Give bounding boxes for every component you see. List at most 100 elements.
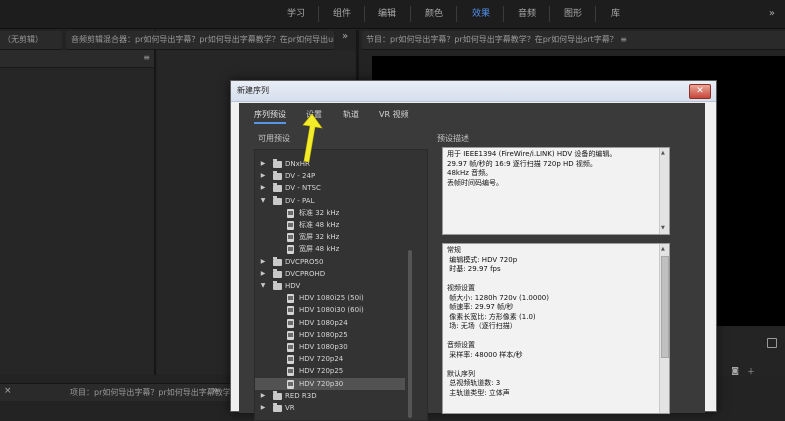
preset-item[interactable]: HDV 720p24 [255,353,405,365]
details-line [447,275,665,285]
panel-more-icon[interactable]: » [342,31,348,42]
preset-folder[interactable]: ▶ VR [255,402,405,414]
preset-folder[interactable]: ▶ DVCPRO50 [255,256,405,268]
preset-label: VR [285,404,295,412]
preset-folder[interactable]: ▶ DV - NTSC [255,182,405,194]
panel-menu-icon[interactable]: ≡ [143,53,150,62]
preset-folder[interactable]: ▶ DV - 24P [255,170,405,182]
preset-label: HDV 720p25 [299,367,344,376]
close-button[interactable]: ✕ [689,84,711,99]
workspace-tab-assembly[interactable]: 组件 [333,0,351,28]
chevron-down-icon[interactable]: ▼ [259,195,267,207]
details-line: 视频设置 [447,284,475,292]
workspace-tab-graphics[interactable]: 图形 [564,0,582,28]
tab-vr-video[interactable]: VR 视频 [379,109,409,120]
chevron-down-icon[interactable]: ▼ [259,280,267,292]
preset-item[interactable]: 宽屏 32 kHz [255,231,405,243]
panel-settings-icon[interactable] [767,338,777,348]
preset-description-label: 预设描述 [437,134,469,143]
preset-file-icon [287,355,294,365]
preset-tree-scrollbar[interactable] [408,250,412,418]
details-line: 帧大小: 1280h 720v (1.0000) [447,293,549,302]
details-line: 采样率: 48000 样本/秒 [447,350,523,359]
details-line [447,360,665,370]
preset-file-icon [287,330,294,340]
preset-label: DVCPROHD [285,269,326,278]
workspace-tab-audio[interactable]: 音频 [518,0,536,28]
chevron-right-icon[interactable]: ▶ [259,182,267,194]
preset-tree: ▶ DNxHR ▶ DV - 24P ▶ DV - NTSC ▼ DV - PAL 标准 32 … [254,149,428,421]
folder-icon [273,183,282,193]
preset-item[interactable]: HDV 1080i30 (60i) [255,304,405,316]
program-monitor-header[interactable]: 节目：pr如何导出字幕？pr如何导出字幕教学？在pr如何导出srt字幕？ ≡ [362,31,785,50]
camera-icon[interactable]: ◙ [731,366,739,375]
workspace-tab-editing[interactable]: 编辑 [378,0,396,28]
folder-icon [273,390,282,400]
details-line: 编辑模式: HDV 720p [447,255,518,264]
preset-label: HDV 1080p25 [299,330,348,339]
description-scrollbar[interactable]: ▲ ▼ [659,148,669,234]
preset-label: HDV [285,282,301,290]
preset-item[interactable]: HDV 1080i25 (50i) [255,292,405,304]
audio-mixer-panel-header[interactable]: 音频剪辑混合器：pr如何导出字幕？pr如何导出字幕教学？在pr如何导出ui [66,31,334,50]
preset-folder[interactable]: ▶ DVCPROHD [255,268,405,280]
preset-file-icon [287,367,294,377]
preset-file-icon [287,208,294,218]
workspace-tab-libraries[interactable]: 库 [611,0,620,28]
source-panel-header[interactable]: （无剪辑） [0,31,62,50]
add-marker-icon[interactable]: ＋ [747,366,755,377]
audio-mixer-panel-title: 音频剪辑混合器：pr如何导出字幕？pr如何导出字幕教学？在pr如何导出ui [71,35,334,44]
preset-folder[interactable]: ▼ HDV [255,280,405,292]
project-more-icon[interactable]: » [212,385,218,396]
preset-label: HDV 720p24 [299,355,344,364]
workspace-more-button[interactable]: » [769,0,775,28]
description-line: 29.97 帧/秒的 16:9 逐行扫描 720p HD 视频。 [447,159,597,168]
preset-item[interactable]: HDV 720p25 [255,365,405,377]
details-line: 像素长宽比: 方形像素 (1.0) [447,312,536,321]
folder-icon [273,268,282,278]
preset-file-icon [287,318,294,328]
preset-label: 宽屏 32 kHz [299,233,340,242]
details-line: 总视频轨道数: 3 [447,379,501,387]
preset-item[interactable]: HDV 1080p25 [255,329,405,341]
preset-file-icon [287,233,294,243]
preset-folder[interactable]: ▼ DV - PAL [255,195,405,207]
details-scrollbar[interactable]: ▲ [659,244,669,413]
description-line: 丢帧时间码编号。 [447,178,503,187]
panel-close-icon[interactable]: × [4,386,12,396]
chevron-right-icon[interactable]: ▶ [259,268,267,280]
chevron-right-icon[interactable]: ▶ [259,170,267,182]
workspace-tab-color[interactable]: 颜色 [425,0,443,28]
preset-file-icon [287,294,294,304]
preset-label: HDV 1080i30 (60i) [299,306,364,315]
tab-tracks[interactable]: 轨道 [343,109,359,120]
preset-file-icon [287,221,294,230]
workspace-tab-learning[interactable]: 学习 [287,0,305,28]
preset-label: HDV 1080i25 (50i) [299,294,364,303]
preset-item[interactable]: 标准 32 kHz [255,207,405,219]
folder-icon [273,403,282,412]
preset-file-icon [287,343,294,352]
folder-icon [273,195,282,205]
preset-item[interactable]: HDV 720p30 [255,377,405,390]
preset-label: HDV 1080p30 [299,343,348,351]
tab-sequence-presets[interactable]: 序列预设 [254,109,286,124]
preset-item[interactable]: 宽屏 48 kHz [255,243,405,255]
preset-label: HDV 1080p24 [299,318,348,327]
chevron-right-icon[interactable]: ▶ [259,402,267,414]
preset-item[interactable]: 标准 48 kHz [255,219,405,231]
preset-label: HDV 720p30 [299,379,344,388]
preset-item[interactable]: HDV 1080p24 [255,317,405,329]
chevron-right-icon[interactable]: ▶ [259,256,267,268]
preset-file-icon [287,379,294,389]
chevron-right-icon[interactable]: ▶ [259,158,267,170]
preset-item[interactable]: HDV 1080p30 [255,341,405,353]
preset-label: DV - 24P [285,172,316,181]
preset-label: 宽屏 48 kHz [299,245,340,254]
preset-label: DV - NTSC [285,184,321,193]
preset-label: DVCPRO50 [285,257,324,266]
dialog-title-bar[interactable]: 新建序列 ✕ [231,81,716,102]
workspace-tab-effects[interactable]: 效果 [472,0,490,28]
workspace-bar: 学习 组件 编辑 颜色 效果 音频 图形 库 » [0,0,785,29]
folder-icon [273,171,282,181]
